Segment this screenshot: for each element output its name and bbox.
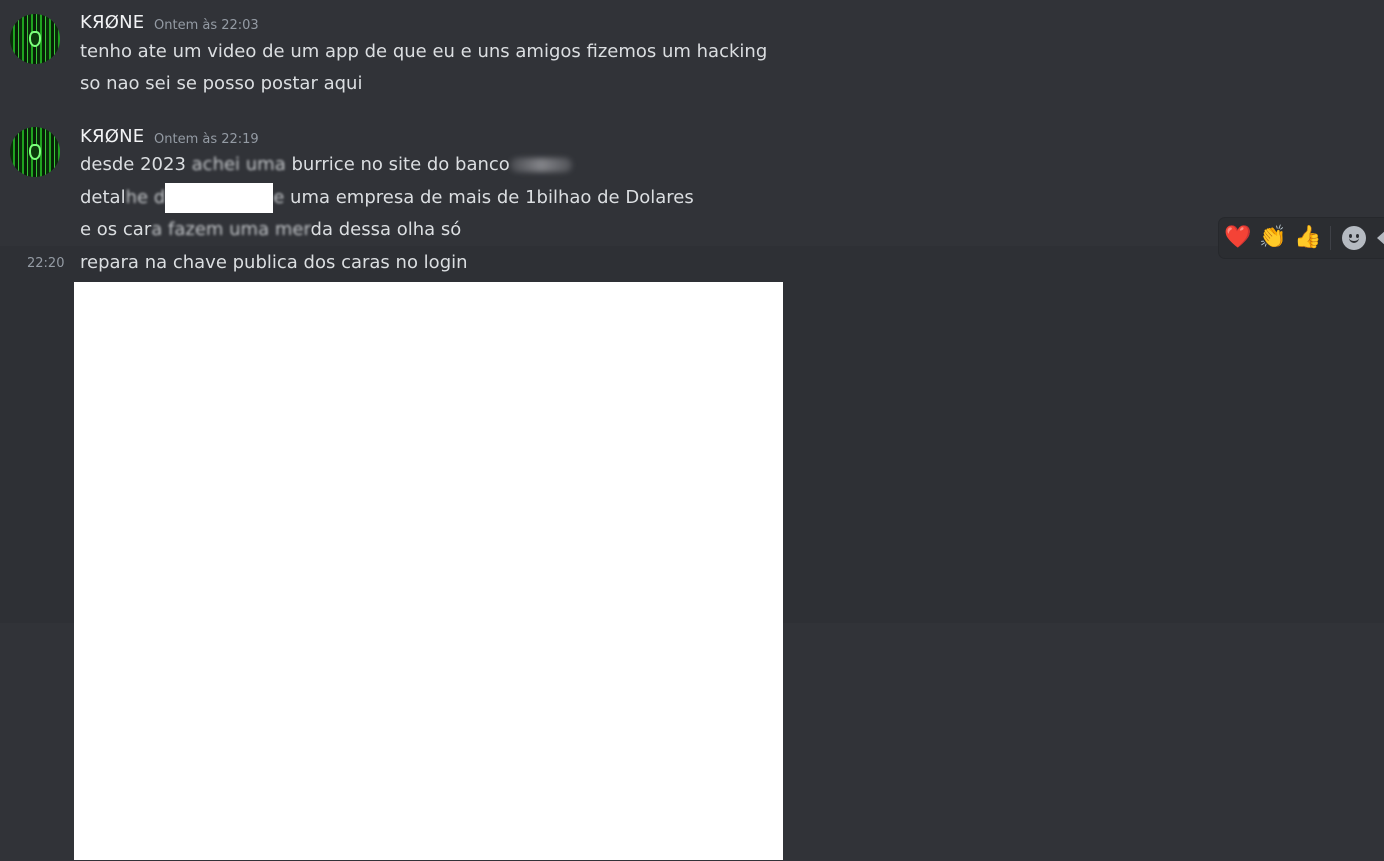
heart-icon[interactable]: ❤️: [1223, 224, 1253, 252]
message-line: desde 2023 achei uma burrice no site do …: [80, 153, 572, 177]
user-avatar[interactable]: [10, 127, 60, 177]
white-redaction-box: [165, 183, 274, 213]
message-text: e os car: [80, 219, 152, 240]
message-text: detal: [80, 187, 126, 208]
blurred-redaction: [509, 158, 572, 172]
blurred-text: e: [273, 187, 285, 208]
avatar-emblem-icon: [29, 31, 41, 47]
message-line: repara na chave publica dos caras no log…: [80, 252, 468, 273]
user-avatar[interactable]: [10, 14, 60, 64]
blurred-text: he d: [125, 187, 166, 208]
message-line: detalhe d e uma empresa de mais de 1bilha…: [80, 183, 694, 213]
message-timestamp[interactable]: Ontem às 22:03: [154, 18, 259, 33]
thumbs-up-icon[interactable]: 👍: [1293, 224, 1323, 252]
chat-message-list: KЯØNE Ontem às 22:03 tenho ate um video …: [0, 0, 1384, 861]
smiley-mouth: [1349, 238, 1359, 243]
avatar-emblem-icon: [29, 144, 41, 160]
image-attachment[interactable]: [74, 282, 783, 860]
message-line: tenho ate um video de um app de que eu e…: [80, 41, 768, 62]
message-author[interactable]: KЯØNE: [80, 126, 144, 147]
blurred-text: a fazem uma mer: [151, 219, 311, 240]
message-text: desde 2023: [80, 154, 192, 175]
message-text: uma empresa de mais de 1bilhao de Dolare…: [284, 187, 694, 208]
message-line: so nao sei se posso postar aqui: [80, 73, 363, 94]
message-line: e os cara fazem uma merda dessa olha só: [80, 218, 461, 242]
toolbar-divider: [1330, 226, 1331, 250]
message-timestamp[interactable]: Ontem às 22:19: [154, 132, 259, 147]
clapping-hands-icon[interactable]: 👏: [1258, 224, 1288, 252]
message-author[interactable]: KЯØNE: [80, 12, 144, 33]
message-text: burrice no site do banco: [285, 154, 510, 175]
blurred-text: achei uma: [191, 154, 286, 175]
message-text: da dessa olha só: [310, 219, 462, 240]
add-reaction-icon[interactable]: [1342, 226, 1366, 250]
message-timestamp[interactable]: 22:20: [27, 256, 64, 271]
message-actions-toolbar: ❤️ 👏 👍: [1219, 218, 1384, 258]
reply-arrow-icon[interactable]: [1377, 230, 1384, 246]
